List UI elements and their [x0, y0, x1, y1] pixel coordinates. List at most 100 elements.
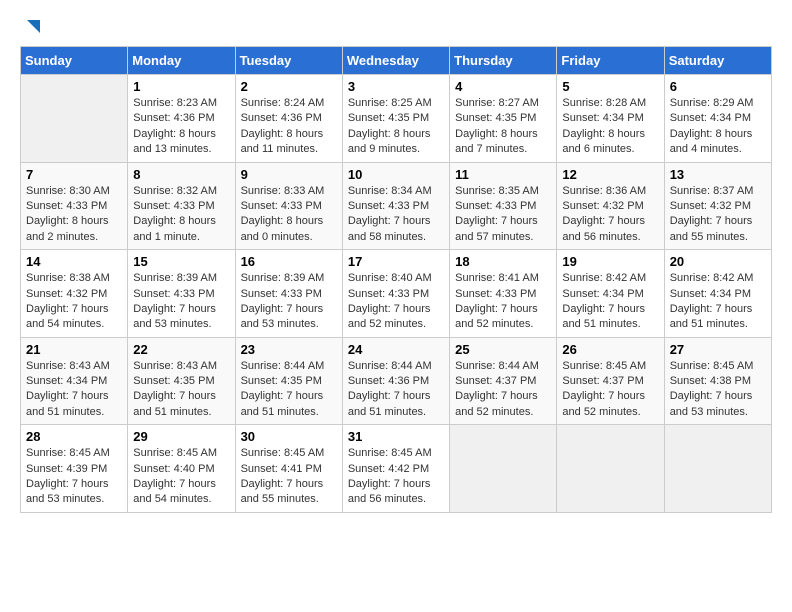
day-number: 4: [455, 79, 551, 94]
sunrise-text: Sunrise: 8:45 AM: [241, 447, 325, 459]
daylight-text: Daylight: 7 hours and 51 minutes.: [562, 303, 645, 330]
calendar-cell: 11 Sunrise: 8:35 AM Sunset: 4:33 PM Dayl…: [450, 162, 557, 250]
daylight-text: Daylight: 7 hours and 53 minutes.: [26, 478, 109, 505]
daylight-text: Daylight: 7 hours and 56 minutes.: [562, 215, 645, 242]
logo: [20, 20, 40, 36]
cell-content: Sunrise: 8:32 AM Sunset: 4:33 PM Dayligh…: [133, 184, 229, 246]
day-number: 30: [241, 429, 337, 444]
daylight-text: Daylight: 7 hours and 53 minutes.: [241, 303, 324, 330]
calendar-cell: 2 Sunrise: 8:24 AM Sunset: 4:36 PM Dayli…: [235, 75, 342, 163]
sunrise-text: Sunrise: 8:39 AM: [241, 272, 325, 284]
daylight-text: Daylight: 7 hours and 57 minutes.: [455, 215, 538, 242]
cell-content: Sunrise: 8:42 AM Sunset: 4:34 PM Dayligh…: [562, 271, 658, 333]
sunset-text: Sunset: 4:36 PM: [348, 375, 429, 387]
cell-content: Sunrise: 8:33 AM Sunset: 4:33 PM Dayligh…: [241, 184, 337, 246]
daylight-text: Daylight: 7 hours and 51 minutes.: [26, 390, 109, 417]
daylight-text: Daylight: 7 hours and 52 minutes.: [348, 303, 431, 330]
cell-content: Sunrise: 8:44 AM Sunset: 4:35 PM Dayligh…: [241, 359, 337, 421]
daylight-text: Daylight: 7 hours and 55 minutes.: [670, 215, 753, 242]
sunset-text: Sunset: 4:33 PM: [133, 200, 214, 212]
sunset-text: Sunset: 4:35 PM: [348, 112, 429, 124]
daylight-text: Daylight: 8 hours and 0 minutes.: [241, 215, 324, 242]
daylight-text: Daylight: 8 hours and 11 minutes.: [241, 128, 324, 155]
calendar-cell: 16 Sunrise: 8:39 AM Sunset: 4:33 PM Dayl…: [235, 250, 342, 338]
sunrise-text: Sunrise: 8:38 AM: [26, 272, 110, 284]
page-header: [20, 20, 772, 36]
daylight-text: Daylight: 8 hours and 2 minutes.: [26, 215, 109, 242]
day-number: 1: [133, 79, 229, 94]
sunrise-text: Sunrise: 8:34 AM: [348, 185, 432, 197]
col-header-saturday: Saturday: [664, 47, 771, 75]
sunrise-text: Sunrise: 8:41 AM: [455, 272, 539, 284]
sunrise-text: Sunrise: 8:32 AM: [133, 185, 217, 197]
sunrise-text: Sunrise: 8:33 AM: [241, 185, 325, 197]
day-number: 22: [133, 342, 229, 357]
sunrise-text: Sunrise: 8:42 AM: [670, 272, 754, 284]
sunset-text: Sunset: 4:33 PM: [455, 288, 536, 300]
daylight-text: Daylight: 7 hours and 55 minutes.: [241, 478, 324, 505]
daylight-text: Daylight: 7 hours and 53 minutes.: [670, 390, 753, 417]
cell-content: Sunrise: 8:37 AM Sunset: 4:32 PM Dayligh…: [670, 184, 766, 246]
sunrise-text: Sunrise: 8:44 AM: [241, 360, 325, 372]
calendar-week-row: 14 Sunrise: 8:38 AM Sunset: 4:32 PM Dayl…: [21, 250, 772, 338]
sunrise-text: Sunrise: 8:25 AM: [348, 97, 432, 109]
cell-content: Sunrise: 8:27 AM Sunset: 4:35 PM Dayligh…: [455, 96, 551, 158]
calendar-cell: [450, 425, 557, 513]
day-number: 15: [133, 254, 229, 269]
daylight-text: Daylight: 8 hours and 6 minutes.: [562, 128, 645, 155]
calendar-cell: 22 Sunrise: 8:43 AM Sunset: 4:35 PM Dayl…: [128, 337, 235, 425]
col-header-wednesday: Wednesday: [342, 47, 449, 75]
day-number: 3: [348, 79, 444, 94]
calendar-cell: 10 Sunrise: 8:34 AM Sunset: 4:33 PM Dayl…: [342, 162, 449, 250]
sunset-text: Sunset: 4:42 PM: [348, 463, 429, 475]
sunset-text: Sunset: 4:38 PM: [670, 375, 751, 387]
day-number: 13: [670, 167, 766, 182]
sunset-text: Sunset: 4:41 PM: [241, 463, 322, 475]
daylight-text: Daylight: 7 hours and 52 minutes.: [455, 303, 538, 330]
day-number: 10: [348, 167, 444, 182]
cell-content: Sunrise: 8:45 AM Sunset: 4:40 PM Dayligh…: [133, 446, 229, 508]
calendar-cell: 5 Sunrise: 8:28 AM Sunset: 4:34 PM Dayli…: [557, 75, 664, 163]
day-number: 19: [562, 254, 658, 269]
calendar-cell: 30 Sunrise: 8:45 AM Sunset: 4:41 PM Dayl…: [235, 425, 342, 513]
day-number: 17: [348, 254, 444, 269]
sunset-text: Sunset: 4:33 PM: [241, 288, 322, 300]
sunset-text: Sunset: 4:34 PM: [670, 288, 751, 300]
sunset-text: Sunset: 4:32 PM: [670, 200, 751, 212]
day-number: 14: [26, 254, 122, 269]
col-header-monday: Monday: [128, 47, 235, 75]
cell-content: Sunrise: 8:23 AM Sunset: 4:36 PM Dayligh…: [133, 96, 229, 158]
sunrise-text: Sunrise: 8:37 AM: [670, 185, 754, 197]
calendar-cell: 17 Sunrise: 8:40 AM Sunset: 4:33 PM Dayl…: [342, 250, 449, 338]
sunrise-text: Sunrise: 8:29 AM: [670, 97, 754, 109]
calendar-week-row: 28 Sunrise: 8:45 AM Sunset: 4:39 PM Dayl…: [21, 425, 772, 513]
sunrise-text: Sunrise: 8:39 AM: [133, 272, 217, 284]
sunset-text: Sunset: 4:32 PM: [562, 200, 643, 212]
cell-content: Sunrise: 8:34 AM Sunset: 4:33 PM Dayligh…: [348, 184, 444, 246]
daylight-text: Daylight: 7 hours and 53 minutes.: [133, 303, 216, 330]
cell-content: Sunrise: 8:24 AM Sunset: 4:36 PM Dayligh…: [241, 96, 337, 158]
col-header-friday: Friday: [557, 47, 664, 75]
col-header-sunday: Sunday: [21, 47, 128, 75]
sunrise-text: Sunrise: 8:44 AM: [455, 360, 539, 372]
cell-content: Sunrise: 8:28 AM Sunset: 4:34 PM Dayligh…: [562, 96, 658, 158]
daylight-text: Daylight: 7 hours and 51 minutes.: [241, 390, 324, 417]
calendar-cell: 29 Sunrise: 8:45 AM Sunset: 4:40 PM Dayl…: [128, 425, 235, 513]
calendar-cell: 8 Sunrise: 8:32 AM Sunset: 4:33 PM Dayli…: [128, 162, 235, 250]
sunrise-text: Sunrise: 8:44 AM: [348, 360, 432, 372]
day-number: 2: [241, 79, 337, 94]
calendar-cell: 25 Sunrise: 8:44 AM Sunset: 4:37 PM Dayl…: [450, 337, 557, 425]
daylight-text: Daylight: 8 hours and 1 minute.: [133, 215, 216, 242]
daylight-text: Daylight: 7 hours and 52 minutes.: [562, 390, 645, 417]
sunrise-text: Sunrise: 8:36 AM: [562, 185, 646, 197]
calendar-cell: 20 Sunrise: 8:42 AM Sunset: 4:34 PM Dayl…: [664, 250, 771, 338]
calendar-cell: 24 Sunrise: 8:44 AM Sunset: 4:36 PM Dayl…: [342, 337, 449, 425]
cell-content: Sunrise: 8:43 AM Sunset: 4:34 PM Dayligh…: [26, 359, 122, 421]
calendar-cell: 21 Sunrise: 8:43 AM Sunset: 4:34 PM Dayl…: [21, 337, 128, 425]
day-number: 11: [455, 167, 551, 182]
daylight-text: Daylight: 8 hours and 13 minutes.: [133, 128, 216, 155]
day-number: 29: [133, 429, 229, 444]
calendar-cell: 19 Sunrise: 8:42 AM Sunset: 4:34 PM Dayl…: [557, 250, 664, 338]
cell-content: Sunrise: 8:25 AM Sunset: 4:35 PM Dayligh…: [348, 96, 444, 158]
cell-content: Sunrise: 8:41 AM Sunset: 4:33 PM Dayligh…: [455, 271, 551, 333]
